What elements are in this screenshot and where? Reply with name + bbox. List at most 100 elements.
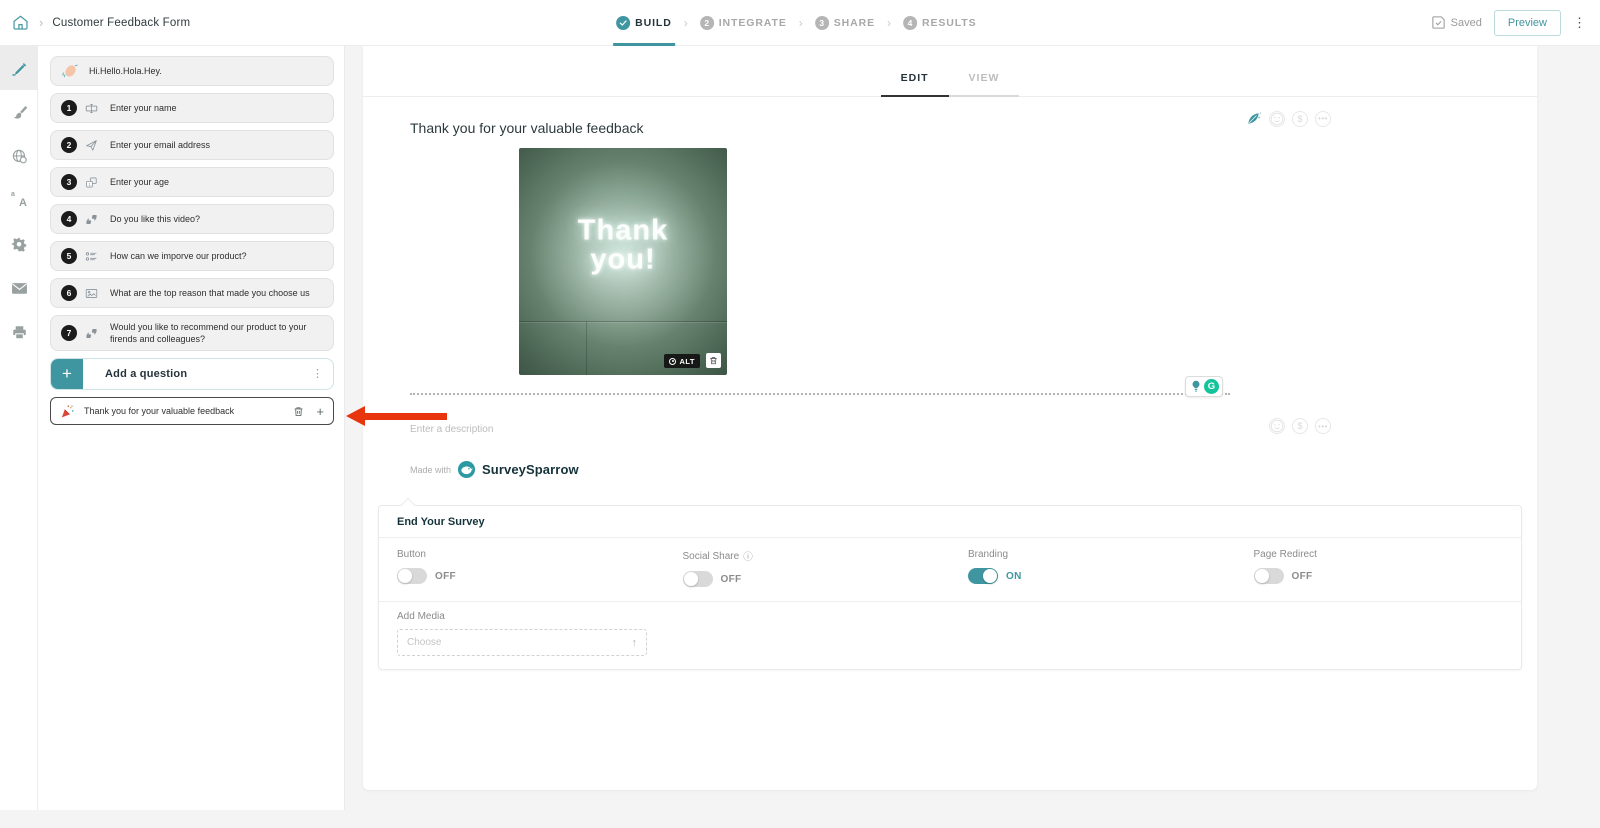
step-results[interactable]: 4 RESULTS [900,0,980,46]
thank-you-media-image[interactable]: Thank you! ALT [519,148,727,375]
surveysparrow-logo-icon [457,460,476,479]
builder-canvas: EDIT VIEW $ ••• Thank you for your valua… [363,46,1537,790]
end-survey-panel: End Your Survey Button OFF Social Share … [378,497,1522,670]
rail-item-theme[interactable] [0,90,38,134]
survey-title: Customer Feedback Form [52,16,191,29]
description-toolbar: $ ••• [1269,418,1331,434]
party-popper-icon [60,404,75,419]
question-card-3[interactable]: 3 1 Enter your age [50,167,334,197]
lightbulb-icon [1191,380,1201,393]
save-status: Saved [1431,15,1482,30]
end-survey-title: End Your Survey [379,506,1521,538]
info-icon[interactable]: ⓘ [743,549,753,563]
question-card-4[interactable]: 4 Do you like this video? [50,204,334,234]
edit-view-tabs: EDIT VIEW [363,46,1537,97]
envelope-icon [11,282,28,295]
question-card-2[interactable]: 2 Enter your email address [50,130,334,160]
step-build[interactable]: BUILD [613,0,675,46]
like-dislike-icon [85,213,98,226]
chevron-right-icon: › [887,15,892,30]
page-redirect-toggle-group: Page Redirect OFF [1236,549,1522,587]
topbar-actions: Saved Preview ⋮ [1431,9,1586,36]
breadcrumb: › Customer Feedback Form [11,13,190,32]
question-card-7[interactable]: 7 Would you like to recommend our produc… [50,315,334,352]
multiple-choice-icon [85,250,98,263]
add-question-kebab-icon[interactable]: ⋮ [312,369,323,380]
grammarly-icon: G [1204,379,1219,394]
app-root: { "topbar": { "title": "Customer Feedbac… [0,0,1600,828]
topbar: › Customer Feedback Form BUILD › 2 INTEG… [0,0,1600,46]
stepper: BUILD › 2 INTEGRATE › 3 SHARE › 4 RESULT… [613,0,979,46]
add-media-label: Add Media [397,611,445,622]
welcome-card[interactable]: Hi.Hello.Hola.Hey. [50,56,334,86]
globe-icon [11,148,28,165]
upload-arrow-icon: ↑ [631,636,638,649]
alt-badge[interactable]: ALT [664,354,700,368]
rail-item-print[interactable] [0,310,38,354]
social-share-toggle-group: Social Share ⓘ OFF [665,549,951,587]
suggestion-badge[interactable]: G [1185,376,1223,397]
rail-item-global[interactable] [0,134,38,178]
image-texture [585,320,587,375]
pencil-icon [11,60,28,77]
question-card-6[interactable]: 6 What are the top reason that made you … [50,278,334,308]
more-options-icon[interactable]: ••• [1315,418,1331,434]
button-toggle-group: Button OFF [379,549,665,587]
home-icon[interactable] [11,13,30,32]
short-text-icon [85,102,98,115]
answer-dotted-line [410,393,1230,395]
brand-name: SurveySparrow [482,462,579,477]
emoji-icon[interactable] [1269,418,1285,434]
paint-brush-icon [11,104,28,121]
paper-plane-icon [85,139,98,152]
page-redirect-toggle[interactable] [1253,568,1284,584]
rail-item-build-editor[interactable] [0,46,38,90]
branding-toggle-group: Branding ON [950,549,1236,587]
question-toolbar: $ ••• [1245,110,1331,127]
toggle-row: Button OFF Social Share ⓘ OFF Branding O… [379,538,1521,602]
picture-choice-icon [85,287,98,300]
gear-icon [11,236,28,253]
delete-thank-you-icon[interactable] [293,406,304,417]
branding-toggle[interactable] [968,568,998,584]
add-after-thank-you-icon[interactable]: + [316,404,324,419]
rail-item-settings[interactable] [0,222,38,266]
variable-dollar-icon[interactable]: $ [1292,110,1308,127]
emoji-icon[interactable] [1269,110,1285,127]
ai-feather-icon[interactable] [1245,110,1262,127]
question-card-5[interactable]: 5 How can we imporve our product? [50,241,334,271]
alt-circle-icon [669,357,677,365]
social-share-toggle[interactable] [682,571,713,587]
add-media-section: Add Media Choose ↑ [379,602,1521,669]
kebab-menu-icon[interactable]: ⋮ [1573,16,1586,29]
tab-edit[interactable]: EDIT [880,72,949,97]
button-toggle[interactable] [397,568,427,584]
question-card-1[interactable]: 1 Enter your name [50,93,334,123]
image-texture [519,320,727,322]
media-choose-input[interactable]: Choose ↑ [397,629,647,656]
variable-dollar-icon[interactable]: $ [1292,418,1308,434]
number-input-icon: 1 [85,176,98,189]
preview-button[interactable]: Preview [1493,9,1561,36]
translate-icon: aA [11,190,27,209]
chevron-right-icon: › [39,15,44,30]
plus-icon: + [51,359,83,390]
neon-thank-you-text: Thank you! [577,214,669,276]
question-title[interactable]: Thank you for your valuable feedback [410,120,643,136]
add-question-button[interactable]: + Add a question ⋮ [50,358,334,391]
thank-you-card[interactable]: Thank you for your valuable feedback + [50,397,334,426]
more-options-icon[interactable]: ••• [1315,110,1331,127]
rail-item-email[interactable] [0,266,38,310]
step-share[interactable]: 3 SHARE [812,0,878,46]
tab-view[interactable]: VIEW [948,72,1020,97]
printer-icon [11,324,28,341]
branding-footer: Made with SurveySparrow [410,460,579,479]
step-integrate[interactable]: 2 INTEGRATE [697,0,790,46]
description-input[interactable]: Enter a description [410,424,493,435]
rail-item-translate[interactable]: aA [0,178,38,222]
save-icon [1431,15,1446,30]
remove-image-icon[interactable] [706,353,721,368]
tool-rail: aA [0,46,38,810]
check-circle-icon [616,15,631,30]
question-list-panel: Hi.Hello.Hola.Hey. 1 Enter your name 2 E… [38,46,345,810]
